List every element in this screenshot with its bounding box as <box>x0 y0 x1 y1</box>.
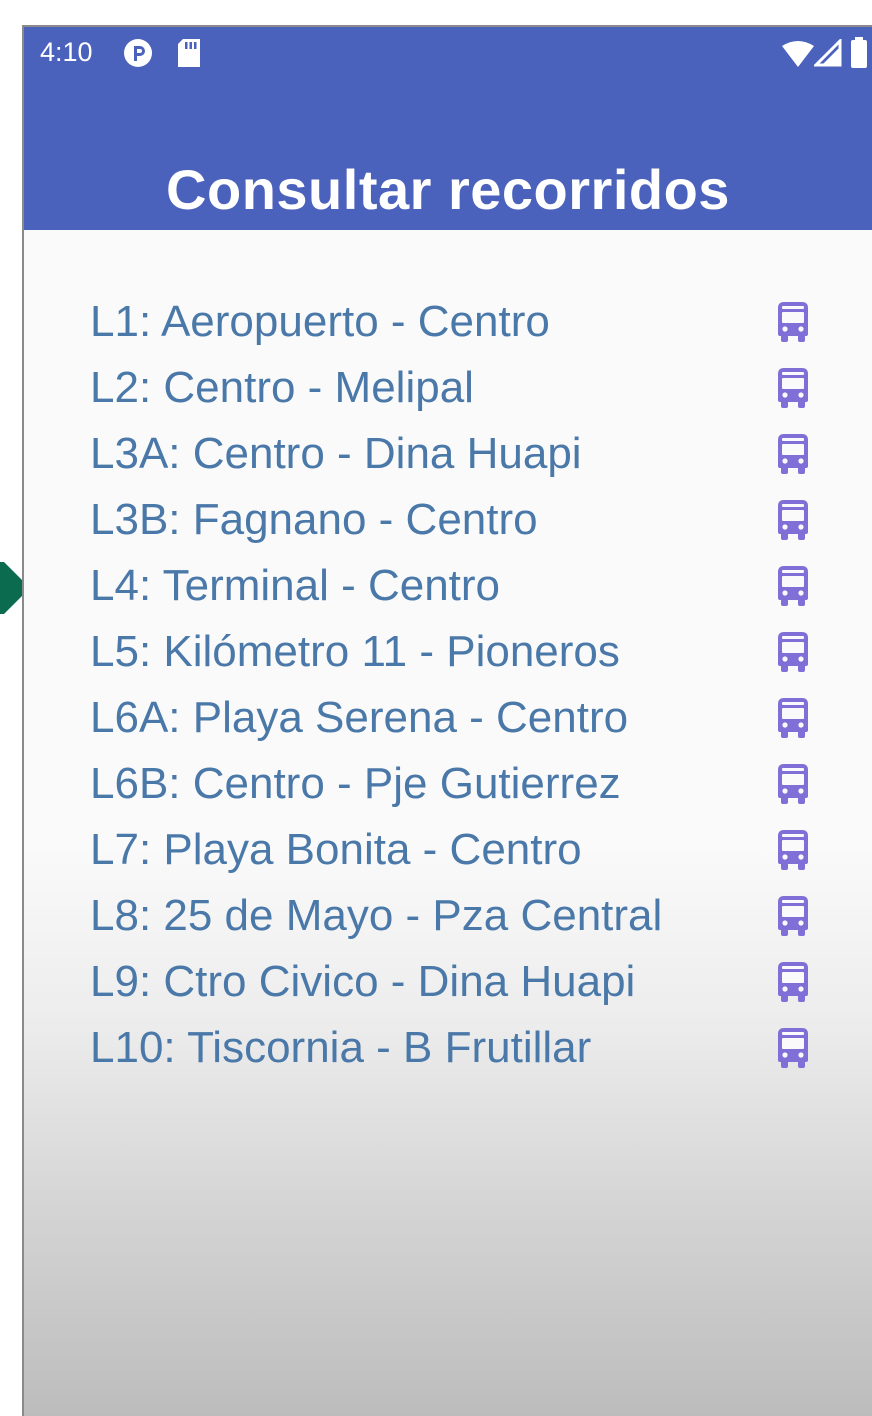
route-item-l9[interactable]: L9: Ctro Civico - Dina Huapi <box>90 949 820 1015</box>
battery-icon <box>851 37 867 68</box>
route-item-l4[interactable]: L4: Terminal - Centro <box>90 553 820 619</box>
route-item-l3b[interactable]: L3B: Fagnano - Centro <box>90 487 820 553</box>
route-item-l3a[interactable]: L3A: Centro - Dina Huapi <box>90 421 820 487</box>
route-label: L7: Playa Bonita - Centro <box>90 825 582 874</box>
route-label: L6A: Playa Serena - Centro <box>90 693 629 742</box>
status-bar: 4:10 <box>24 27 872 79</box>
bus-icon[interactable] <box>774 830 812 870</box>
bus-icon[interactable] <box>774 500 812 540</box>
route-item-l5[interactable]: L5: Kilómetro 11 - Pioneros <box>90 619 820 685</box>
bus-icon[interactable] <box>774 566 812 606</box>
route-label: L3B: Fagnano - Centro <box>90 495 538 544</box>
page-title: Consultar recorridos <box>166 158 730 221</box>
bus-icon[interactable] <box>774 632 812 672</box>
bus-icon[interactable] <box>774 434 812 474</box>
bus-icon[interactable] <box>774 698 812 738</box>
route-list: L1: Aeropuerto - Centro L2: Centro - Mel… <box>90 289 820 1081</box>
route-label: L3A: Centro - Dina Huapi <box>90 429 582 478</box>
route-label: L1: Aeropuerto - Centro <box>90 297 550 346</box>
bus-icon[interactable] <box>774 764 812 804</box>
route-label: L5: Kilómetro 11 - Pioneros <box>90 627 620 676</box>
route-label: L6B: Centro - Pje Gutierrez <box>90 759 621 808</box>
route-item-l6b[interactable]: L6B: Centro - Pje Gutierrez <box>90 751 820 817</box>
route-item-l1[interactable]: L1: Aeropuerto - Centro <box>90 289 820 355</box>
bus-icon[interactable] <box>774 896 812 936</box>
route-item-l2[interactable]: L2: Centro - Melipal <box>90 355 820 421</box>
wifi-icon <box>782 41 814 67</box>
route-item-l6a[interactable]: L6A: Playa Serena - Centro <box>90 685 820 751</box>
bus-icon[interactable] <box>774 1028 812 1068</box>
route-label: L4: Terminal - Centro <box>90 561 501 610</box>
route-label: L2: Centro - Melipal <box>90 363 474 412</box>
cellular-signal-icon <box>814 39 842 67</box>
route-item-l7[interactable]: L7: Playa Bonita - Centro <box>90 817 820 883</box>
bus-icon[interactable] <box>774 302 812 342</box>
route-label: L10: Tiscornia - B Frutillar <box>90 1023 592 1072</box>
bus-icon[interactable] <box>774 368 812 408</box>
route-label: L9: Ctro Civico - Dina Huapi <box>90 957 636 1006</box>
status-time: 4:10 <box>40 37 93 67</box>
bus-icon[interactable] <box>774 962 812 1002</box>
screenshot-canvas: 4:10 Consultar recorridos L1: Aeropuerto… <box>0 0 872 1416</box>
phone-screen: 4:10 Consultar recorridos L1: Aeropuerto… <box>22 25 872 1416</box>
route-item-l10[interactable]: L10: Tiscornia - B Frutillar <box>90 1015 820 1081</box>
app-bar: 4:10 Consultar recorridos <box>24 27 872 230</box>
sd-card-icon <box>178 39 200 67</box>
data-saver-icon <box>124 39 152 67</box>
route-item-l8[interactable]: L8: 25 de Mayo - Pza Central <box>90 883 820 949</box>
route-label: L8: 25 de Mayo - Pza Central <box>90 891 663 940</box>
